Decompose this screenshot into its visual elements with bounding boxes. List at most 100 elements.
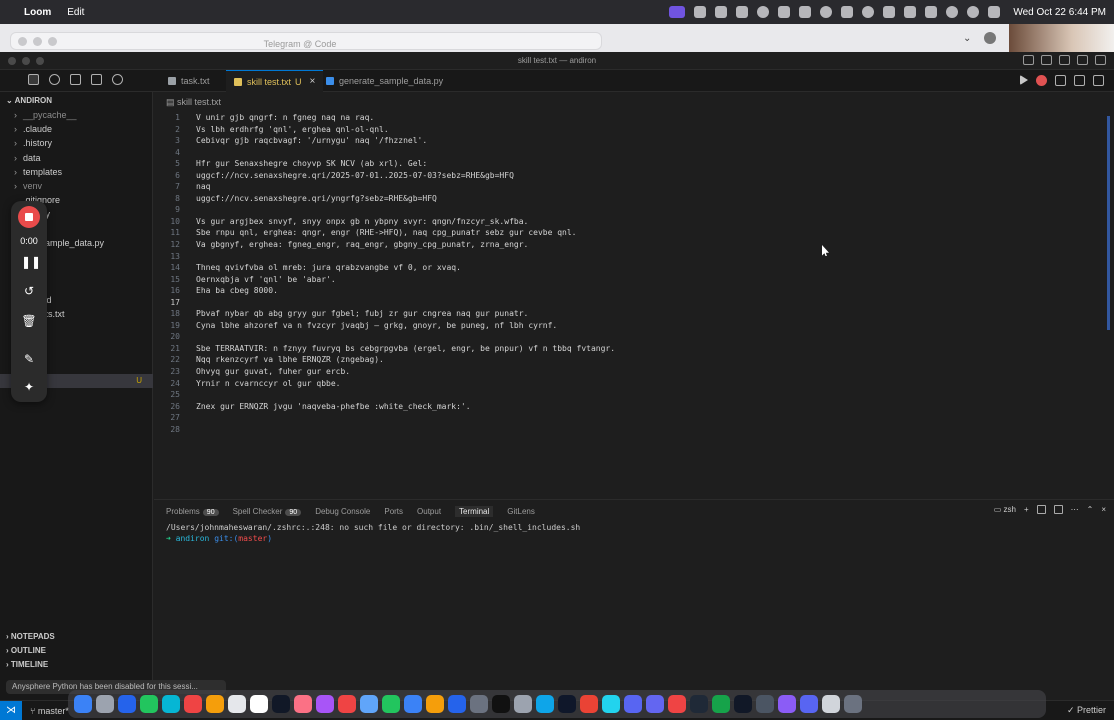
dock-app-icon[interactable] [514,695,532,713]
panel-tab[interactable]: Debug Console [315,507,370,516]
dock-app-icon[interactable] [162,695,180,713]
panel-tab[interactable]: Output [417,507,441,516]
terminal-shell-name[interactable]: ▭ zsh [994,505,1016,514]
compass-icon[interactable] [862,6,875,18]
code-line[interactable]: 6 uggcf://ncv.senaxshegre.qri/2025-07-01.… [154,170,1094,182]
dock-app-icon[interactable] [140,695,158,713]
code-line[interactable]: 7 naq [154,181,1094,193]
chevron-down-icon[interactable] [112,74,123,85]
toggle-sidebar-icon[interactable] [1023,55,1034,65]
panel-tab[interactable]: GitLens [507,507,535,516]
wifi-icon[interactable] [946,6,959,18]
dock-app-icon[interactable] [426,695,444,713]
github-icon[interactable] [820,6,833,18]
toggle-panel-icon[interactable] [1041,55,1052,65]
stop-recording-button[interactable] [18,206,40,228]
dropbox-icon[interactable] [694,6,707,18]
explorer-item[interactable]: › .claude [14,122,52,136]
pause-icon[interactable]: ❚❚ [21,254,41,270]
close-icon[interactable]: × [310,76,316,87]
panel-tab[interactable]: Problems 90 [166,507,219,516]
dock-app-icon[interactable] [250,695,268,713]
dock-app-icon[interactable] [96,695,114,713]
remote-icon[interactable]: ⋊ [0,700,22,720]
dock-app-icon[interactable] [294,695,312,713]
settings-gear-icon[interactable] [1095,55,1106,65]
dock-app-icon[interactable] [844,695,862,713]
trash-icon[interactable]: 🗑 [21,313,37,329]
dock-app-icon[interactable] [74,695,92,713]
code-line[interactable]: 15 Oernxqbja vf 'qnl' be 'abar'. [154,274,1094,286]
dock-app-icon[interactable] [316,695,334,713]
dock-app-icon[interactable] [778,695,796,713]
editor-area[interactable]: ▤ skill test.txt 1 V unir gjb qngrf: n fg… [154,92,1114,542]
code-line[interactable]: 25 [154,389,1094,401]
dock-app-icon[interactable] [360,695,378,713]
draw-icon[interactable]: ✎ [21,351,37,367]
dock-app-icon[interactable] [338,695,356,713]
split-editor-icon[interactable] [1055,75,1066,86]
scrollbar[interactable] [1107,116,1110,330]
explorer-item[interactable]: › .history [14,136,52,150]
code-line[interactable]: 28 [154,424,1094,436]
dock-app-icon[interactable] [558,695,576,713]
code-line[interactable]: 17 [154,297,1094,309]
code-line[interactable]: 20 [154,331,1094,343]
dock-app-icon[interactable] [118,695,136,713]
explorer-root-folder[interactable]: ⌄ ANDIRON [6,96,52,105]
control-center-icon[interactable] [988,6,1001,18]
more-icon[interactable]: ⋯ [1071,505,1079,514]
puzzle-icon[interactable] [883,6,896,18]
code-line[interactable]: 3 Cebivqr gjb raqcbvagf: '/urnygu' naq '/… [154,135,1094,147]
dock-app-icon[interactable] [536,695,554,713]
dock-app-icon[interactable] [712,695,730,713]
search-icon[interactable] [49,74,60,85]
dock-app-icon[interactable] [800,695,818,713]
dock-app-icon[interactable] [404,695,422,713]
code-line[interactable]: 21 Sbe TERRAATVIR: n fznyy fuvryq bs cebg… [154,343,1094,355]
dock-app-icon[interactable] [690,695,708,713]
code-line[interactable]: 13 [154,251,1094,263]
send-icon[interactable] [841,6,854,18]
code-line[interactable]: 1 V unir gjb qngrf: n fgneg naq na raq. [154,112,1094,124]
new-terminal-icon[interactable]: + [1024,505,1029,514]
code-line[interactable]: 27 [154,412,1094,424]
record-icon[interactable] [1036,75,1047,86]
code-line[interactable]: 5 Hfr gur Senaxshegre choyvp SK NCV (ab x… [154,158,1094,170]
keyboard-a-icon[interactable] [904,6,917,18]
tab-generate-sample-data-py[interactable]: generate_sample_data.py [318,70,451,92]
dock-app-icon[interactable] [756,695,774,713]
search-icon[interactable] [967,6,980,18]
code-line[interactable]: 24 Yrnir n cvarnccyr ol gur qbbe. [154,378,1094,390]
app-menu-loom[interactable]: Loom [24,7,51,18]
explorer-item[interactable]: › __pycache__ [14,108,77,122]
prettier-status[interactable]: ✓ Prettier [1067,705,1106,716]
code-line[interactable]: 19 Cyna lbhe ahzoref va n fvzcyr jvaqbj —… [154,320,1094,332]
breadcrumb[interactable]: ▤ skill test.txt [166,97,221,108]
git-branch-status[interactable]: ⑂ master* [30,706,69,716]
panel-tab[interactable]: Terminal [455,505,494,517]
code-line[interactable]: 4 [154,147,1094,159]
run-icon[interactable] [1020,75,1028,85]
dock-app-icon[interactable] [492,695,510,713]
dock-app-icon[interactable] [382,695,400,713]
avatar[interactable] [984,32,996,44]
dock-app-icon[interactable] [602,695,620,713]
code-line[interactable]: 12 Va gbgnyf, erghea: fgneg_engr, raq_eng… [154,239,1094,251]
code-line[interactable]: 16 Eha ba cbeg 8000. [154,285,1094,297]
files-icon[interactable] [28,74,39,85]
split-terminal-icon[interactable] [1036,505,1046,514]
close-panel-icon[interactable]: × [1101,505,1106,514]
explorer-item[interactable]: › templates [14,165,62,179]
dock-app-icon[interactable] [228,695,246,713]
explorer-item[interactable]: › data [14,151,41,165]
dock-app-icon[interactable] [470,695,488,713]
code-line[interactable]: 23 Ohvyq gur guvat, fuher gur ercb. [154,366,1094,378]
dock-app-icon[interactable] [272,695,290,713]
dock-app-icon[interactable] [624,695,642,713]
section-outline[interactable]: › OUTLINE [6,646,46,655]
dock-app-icon[interactable] [580,695,598,713]
screen-icon[interactable] [778,6,791,18]
code-line[interactable]: 2 Vs lbh erdhrfg 'qnl', erghea qnl-ol-qnl… [154,124,1094,136]
code-lines[interactable]: 1 V unir gjb qngrf: n fgneg naq na raq. 2 V… [154,112,1094,435]
